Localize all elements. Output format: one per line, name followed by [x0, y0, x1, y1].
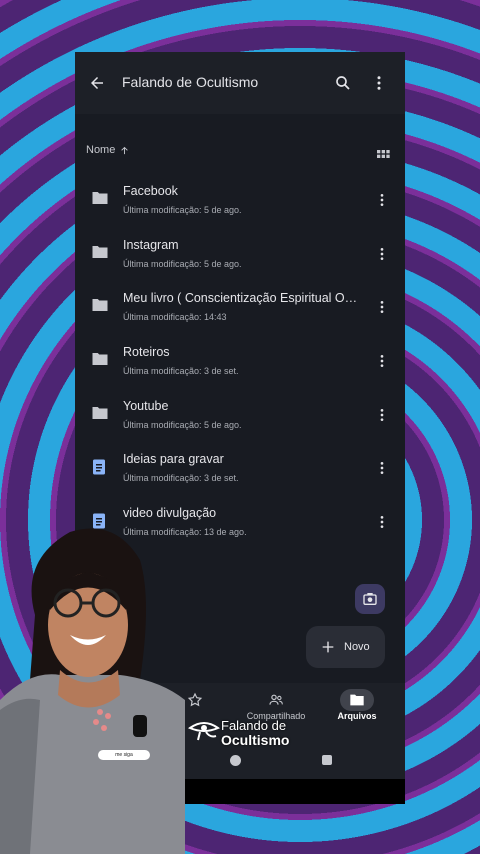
- file-list: Facebook Última modificação: 5 de ago. Ins…: [75, 178, 405, 554]
- file-modified-date: Última modificação: 3 de set.: [123, 473, 239, 484]
- watermark-line1: Falando de: [221, 718, 287, 733]
- folder-title: Falando de Ocultismo: [122, 74, 259, 90]
- folder-icon: [91, 405, 111, 425]
- arrow-up-icon: [121, 146, 129, 154]
- document-icon: [91, 458, 111, 478]
- file-name: Meu livro ( Conscientização Espiritual O…: [123, 291, 363, 306]
- file-name: Youtube: [123, 398, 169, 413]
- more-vert-icon[interactable]: [370, 242, 394, 266]
- sort-label: Nome: [86, 144, 116, 156]
- scan-camera-button[interactable]: [355, 584, 385, 614]
- nav-files[interactable]: Arquivos: [317, 689, 397, 721]
- folder-icon: [350, 694, 364, 706]
- file-row[interactable]: Instagram Última modificação: 5 de ago.: [75, 232, 405, 286]
- more-vert-icon[interactable]: [370, 510, 394, 534]
- file-name: Ideias para gravar: [123, 452, 224, 467]
- presenter-video-overlay: [0, 520, 185, 854]
- file-name: video divulgação: [123, 506, 217, 521]
- camera-icon: [363, 593, 377, 605]
- file-row[interactable]: Meu livro ( Conscientização Espiritual O…: [75, 285, 405, 339]
- more-vert-icon[interactable]: [370, 456, 394, 480]
- plus-icon: [322, 641, 334, 653]
- file-name: Instagram: [123, 237, 179, 252]
- new-button[interactable]: Novo: [306, 626, 385, 668]
- watermark-line2: Ocultismo: [221, 732, 290, 748]
- more-vert-icon[interactable]: [370, 349, 394, 373]
- file-name: Facebook: [123, 184, 178, 198]
- sort-button[interactable]: Nome: [86, 144, 130, 156]
- follow-badge: me siga: [98, 750, 150, 760]
- top-app-bar: Falando de Ocultismo: [75, 52, 405, 114]
- new-button-label: Novo: [344, 641, 370, 653]
- home-button[interactable]: [230, 755, 241, 766]
- file-modified-date: Última modificação: 3 de set.: [123, 366, 239, 377]
- folder-icon: [91, 190, 111, 210]
- file-modified-date: Última modificação: 5 de ago.: [123, 258, 242, 269]
- nav-shared[interactable]: Compartilhado: [236, 689, 316, 721]
- folder-icon: [91, 351, 111, 371]
- file-modified-date: Última modificação: 5 de ago.: [123, 419, 242, 430]
- eye-of-horus-icon: [188, 722, 220, 741]
- folder-icon: [91, 244, 111, 264]
- file-modified-date: Última modificação: 14:43: [123, 312, 227, 323]
- nav-files-label: Arquivos: [337, 711, 377, 721]
- more-vert-icon[interactable]: [370, 295, 394, 319]
- recents-button[interactable]: [322, 755, 332, 765]
- file-name: Roteiros: [123, 345, 170, 360]
- file-row[interactable]: Facebook Última modificação: 5 de ago.: [75, 178, 405, 232]
- back-arrow-icon[interactable]: [85, 71, 109, 95]
- grid-view-icon[interactable]: [371, 144, 395, 168]
- search-icon[interactable]: [331, 71, 355, 95]
- file-row[interactable]: Ideias para gravar Última modificação: 3 …: [75, 446, 405, 500]
- file-row[interactable]: Youtube Última modificação: 5 de ago.: [75, 393, 405, 447]
- file-modified-date: Última modificação: 5 de ago.: [123, 205, 242, 215]
- people-icon: [269, 694, 283, 705]
- more-vert-icon[interactable]: [370, 188, 394, 212]
- more-vert-icon[interactable]: [367, 71, 391, 95]
- more-vert-icon[interactable]: [370, 403, 394, 427]
- folder-icon: [91, 297, 111, 317]
- file-row[interactable]: Roteiros Última modificação: 3 de set.: [75, 339, 405, 393]
- star-icon: [187, 692, 203, 707]
